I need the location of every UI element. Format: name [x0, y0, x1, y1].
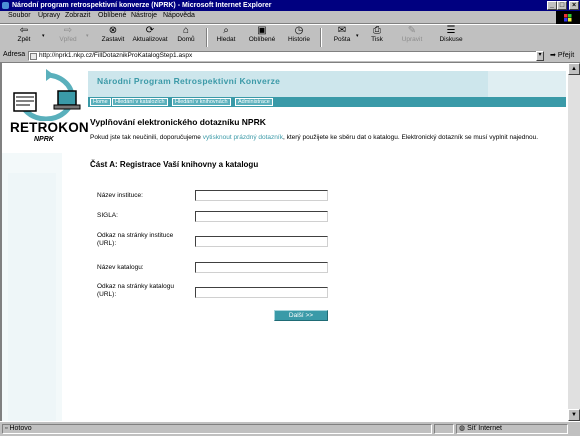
ie-icon	[2, 2, 9, 9]
retrokon-logo-icon	[6, 67, 86, 122]
left-column-decoration	[2, 153, 62, 421]
toolbar-separator	[206, 28, 208, 47]
menu-file[interactable]: Soubor	[8, 12, 31, 19]
page-done-icon: ▫	[5, 425, 8, 432]
menu-tools[interactable]: Nástroje	[131, 12, 157, 19]
logo-text: RETROKON	[10, 120, 89, 135]
back-button[interactable]: ⇦ Zpět	[10, 26, 38, 49]
print-icon: ⎙	[373, 25, 381, 36]
scroll-up-icon[interactable]: ▲	[568, 63, 580, 75]
close-button[interactable]: ×	[569, 1, 579, 10]
forward-dropdown-icon[interactable]: ▾	[86, 33, 89, 39]
refresh-button[interactable]: ⟳ Aktualizovat	[130, 26, 170, 49]
forward-arrow-icon: ⇨	[63, 25, 73, 36]
zone-panel: ◍ Síť Internet	[456, 424, 568, 434]
scroll-down-icon[interactable]: ▼	[568, 409, 580, 421]
history-button[interactable]: ◷ Historie	[284, 26, 314, 49]
page-heading: Vyplňování elektronického dotazníku NPRK	[90, 117, 266, 127]
catalog-name-label: Název katalogu:	[97, 264, 144, 271]
address-label: Adresa	[3, 51, 26, 58]
menu-help[interactable]: Nápověda	[163, 12, 195, 19]
address-dropdown-icon[interactable]: ▾	[536, 51, 544, 61]
edit-icon: ✎	[407, 25, 417, 36]
intro-text: Pokud jste tak neučinili, doporučujeme v…	[90, 134, 539, 141]
print-button[interactable]: ⎙ Tisk	[364, 26, 390, 49]
status-panel-empty	[434, 424, 454, 434]
toolbar: ⇦ Zpět ▾ ⇨ Vpřed ▾ ⊗ Zastavit ⟳ Aktualizovat…	[0, 24, 580, 51]
catalog-url-label: Odkaz na stránky katalogu (URL):	[97, 283, 174, 298]
windows-logo-icon	[556, 11, 580, 25]
mail-dropdown-icon[interactable]: ▾	[356, 33, 359, 39]
discuss-button[interactable]: ☰ Diskuse	[436, 26, 466, 49]
window-title: Národní program retrospektivní konverze …	[12, 2, 272, 9]
go-button[interactable]: ➡ Přejít	[550, 51, 574, 59]
toolbar-separator	[320, 28, 322, 47]
institution-url-input[interactable]	[195, 236, 328, 247]
address-input[interactable]: http://nprk1.nkp.cz/FillDotaznikProKatal…	[28, 51, 543, 61]
institution-name-input[interactable]	[195, 190, 328, 201]
home-button[interactable]: ⌂ Domů	[172, 26, 200, 49]
nav-bar: Home Hledání v katalozích Hledání v knih…	[88, 97, 566, 107]
status-text-panel: ▫ Hotovo	[2, 424, 432, 434]
back-dropdown-icon[interactable]: ▾	[42, 33, 45, 39]
page-icon	[30, 53, 37, 60]
menu-edit[interactable]: Úpravy	[38, 12, 60, 19]
minimize-button[interactable]: _	[547, 1, 557, 10]
institution-url-label: Odkaz na stránky instituce (URL):	[97, 232, 174, 247]
print-questionnaire-link[interactable]: vytisknout prázdný dotazník	[203, 134, 283, 141]
institution-name-label: Název instituce:	[97, 192, 143, 199]
logo-subtitle: NPRK	[34, 136, 54, 143]
sigla-input[interactable]	[195, 211, 328, 222]
site-title: Národní Program Retrospektivní Konverze	[97, 76, 281, 86]
nav-library-search[interactable]: Hledání v knihovnách	[172, 98, 231, 106]
mail-button[interactable]: ✉ Pošta	[328, 26, 356, 49]
page-content: Národní Program Retrospektivní Konverze …	[0, 63, 568, 421]
menu-bar: Soubor Úpravy Zobrazit Oblíbené Nástroje…	[0, 11, 580, 24]
catalog-name-input[interactable]	[195, 262, 328, 273]
history-icon: ◷	[294, 25, 304, 36]
next-button[interactable]: Další >>	[274, 310, 328, 321]
discuss-icon: ☰	[446, 25, 456, 36]
catalog-url-input[interactable]	[195, 287, 328, 298]
nav-catalog-search[interactable]: Hledání v katalozích	[112, 98, 168, 106]
forward-button[interactable]: ⇨ Vpřed	[52, 26, 84, 49]
vertical-scrollbar[interactable]: ▲ ▼	[568, 63, 580, 421]
status-bar: ▫ Hotovo ◍ Síť Internet	[0, 421, 580, 436]
favorites-button[interactable]: ▣ Oblíbené	[246, 26, 278, 49]
stop-button[interactable]: ⊗ Zastavit	[98, 26, 128, 49]
search-icon: ⌕	[223, 25, 229, 36]
mail-icon: ✉	[337, 25, 347, 36]
edit-button[interactable]: ✎ Upravit	[398, 26, 426, 49]
menu-view[interactable]: Zobrazit	[65, 12, 90, 19]
search-button[interactable]: ⌕ Hledat	[212, 26, 240, 49]
back-arrow-icon: ⇦	[19, 25, 29, 36]
favorites-icon: ▣	[257, 25, 267, 36]
refresh-icon: ⟳	[145, 25, 155, 36]
nav-home[interactable]: Home	[90, 98, 111, 106]
window-titlebar: Národní program retrospektivní konverze …	[0, 0, 580, 11]
internet-zone-icon: ◍	[459, 425, 466, 432]
section-title: Část A: Registrace Vaší knihovny a katal…	[90, 160, 259, 169]
maximize-button[interactable]: □	[557, 1, 567, 10]
address-bar: Adresa http://nprk1.nkp.cz/FillDotaznikP…	[0, 50, 580, 63]
go-arrow-icon: ➡	[550, 52, 556, 59]
menu-favorites[interactable]: Oblíbené	[98, 12, 126, 19]
address-url: http://nprk1.nkp.cz/FillDotaznikProKatal…	[39, 52, 193, 59]
sigla-label: SIGLA:	[97, 212, 118, 219]
stop-icon: ⊗	[108, 25, 118, 36]
nav-admin[interactable]: Administrace	[235, 98, 273, 106]
left-column-shade	[8, 173, 56, 421]
home-icon: ⌂	[182, 25, 190, 36]
